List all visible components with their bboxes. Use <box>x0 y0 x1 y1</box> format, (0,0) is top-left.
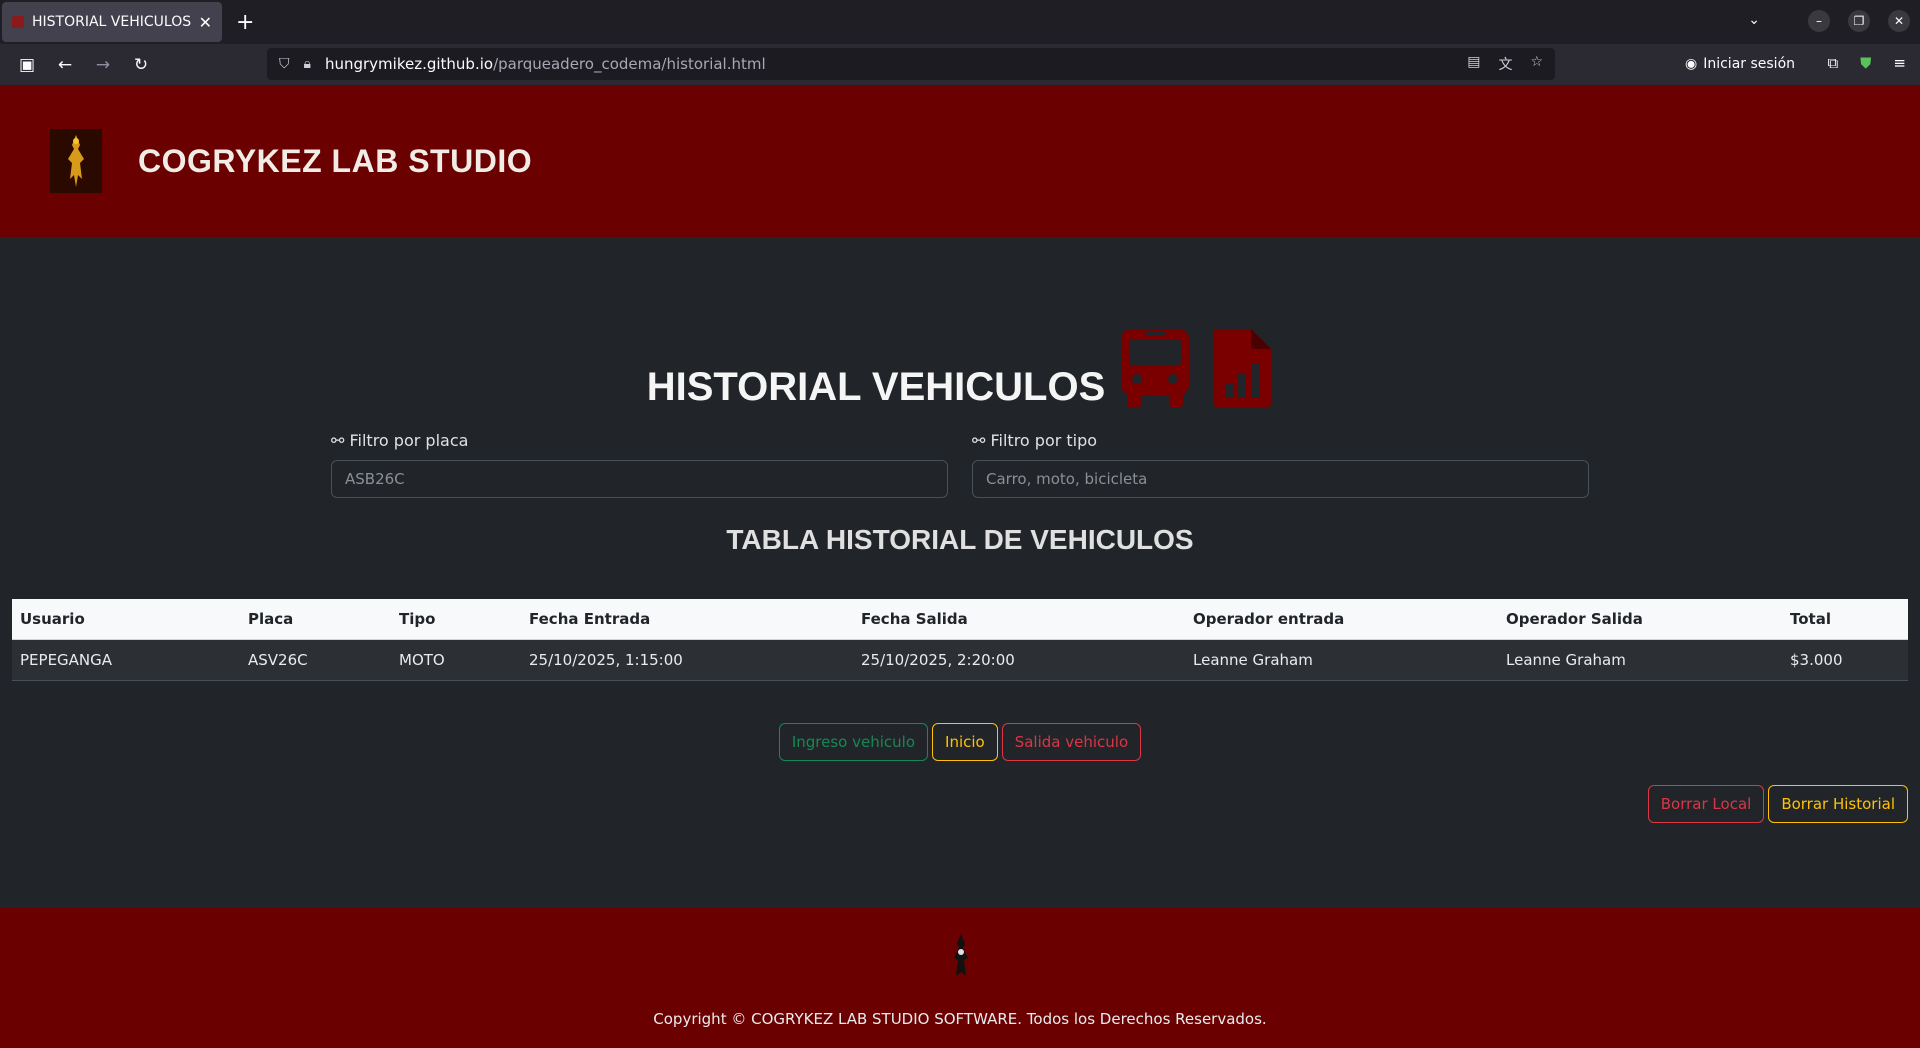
col-operador-entrada: Operador entrada <box>1185 599 1498 640</box>
address-bar[interactable]: ⛉ 🔒︎ hungrymikez.github.io/parqueadero_c… <box>267 48 1555 80</box>
window-close-icon[interactable]: ✕ <box>1888 10 1910 32</box>
delete-buttons: Borrar Local Borrar Historial <box>1647 785 1908 823</box>
cell-operador-entrada: Leanne Graham <box>1185 639 1498 681</box>
restore-icon[interactable]: ❐ <box>1848 10 1870 32</box>
forward-icon[interactable]: → <box>92 55 114 75</box>
col-tipo: Tipo <box>391 599 521 640</box>
account-icon: ◉ <box>1685 56 1698 72</box>
filter-placa: ⚯ Filtro por placa <box>331 431 948 498</box>
reload-icon[interactable]: ↻ <box>130 55 152 75</box>
cell-total: $3.000 <box>1782 639 1908 681</box>
copyright-text: Copyright © COGRYKEZ LAB STUDIO SOFTWARE… <box>653 1010 1267 1028</box>
filter-tipo: ⚯ Filtro por tipo <box>972 431 1589 498</box>
extensions-icon[interactable]: ⧉ <box>1827 54 1838 72</box>
browser-tab[interactable]: HISTORIAL VEHICULOS | C ✕ <box>2 2 222 42</box>
cell-fecha-salida: 25/10/2025, 2:20:00 <box>853 639 1185 681</box>
page-title-row: HISTORIAL VEHICULOS <box>0 327 1920 409</box>
cell-usuario: PEPEGANGA <box>12 639 240 681</box>
url-path: /parqueadero_codema/historial.html <box>493 55 766 73</box>
filter-tipo-label: ⚯ Filtro por tipo <box>972 431 1098 450</box>
tab-title: HISTORIAL VEHICULOS | C <box>32 14 193 30</box>
inicio-button[interactable]: Inicio <box>932 723 998 761</box>
borrar-historial-button[interactable]: Borrar Historial <box>1768 785 1908 823</box>
studio-logo[interactable] <box>50 129 102 193</box>
tab-list-chevron-icon[interactable]: ⌄ <box>1748 12 1760 28</box>
placa-filter-input[interactable] <box>331 460 948 498</box>
cell-placa: ASV26C <box>240 639 391 681</box>
col-fecha-entrada: Fecha Entrada <box>521 599 853 640</box>
footer-logo-icon[interactable] <box>950 932 972 980</box>
col-usuario: Usuario <box>12 599 240 640</box>
cell-operador-salida: Leanne Graham <box>1498 639 1782 681</box>
ingreso-vehiculo-button[interactable]: Ingreso vehiculo <box>778 723 929 761</box>
table-title: TABLA HISTORIAL DE VEHICULOS <box>726 524 1194 555</box>
site-header: COGRYKEZ LAB STUDIO <box>0 85 1920 237</box>
signin-button[interactable]: ◉ Iniciar sesión <box>1675 48 1806 80</box>
shield-icon[interactable]: ⛉ <box>279 56 290 72</box>
cell-tipo: MOTO <box>391 639 521 681</box>
back-icon[interactable]: ← <box>54 55 76 75</box>
bookmark-star-icon[interactable]: ☆ <box>1530 54 1543 74</box>
url-host: hungrymikez.github.io <box>324 55 494 73</box>
browser-navbar: ▣ ← → ↻ ⛉ 🔒︎ hungrymikez.github.io/parqu… <box>0 44 1920 85</box>
col-placa: Placa <box>240 599 391 640</box>
col-total: Total <box>1782 599 1908 640</box>
borrar-local-button[interactable]: Borrar Local <box>1647 785 1765 823</box>
minimize-icon[interactable]: – <box>1808 10 1830 32</box>
new-tab-icon[interactable]: + <box>236 10 254 35</box>
lock-icon[interactable]: 🔒︎ <box>304 56 311 72</box>
main-content: HISTORIAL VEHICULOS ⚯ Filtro por placa A… <box>0 237 1920 907</box>
close-tab-icon[interactable]: ✕ <box>199 13 212 32</box>
logo-icon <box>50 129 102 193</box>
cell-fecha-entrada: 25/10/2025, 1:15:00 <box>521 639 853 681</box>
filter-placa-label: ⚯ Filtro por placa <box>331 431 469 450</box>
filters-row: ⚯ Filtro por placa ⚯ Filtro por tipo <box>331 431 1589 498</box>
browser-tabbar: HISTORIAL VEHICULOS | C ✕ + ⌄ – ❐ ✕ <box>0 0 1920 44</box>
table-header-row: Usuario Placa Tipo Fecha Entrada Fecha S… <box>12 599 1908 640</box>
favicon-icon <box>12 16 24 28</box>
history-table: Usuario Placa Tipo Fecha Entrada Fecha S… <box>12 599 1908 681</box>
reader-view-icon[interactable]: ▤ <box>1467 54 1480 74</box>
nav-buttons: Ingreso vehiculo Inicio Salida vehiculo <box>0 723 1920 761</box>
signin-label: Iniciar sesión <box>1703 56 1796 72</box>
adblock-shield-icon[interactable]: ⛊ <box>1860 54 1871 72</box>
col-operador-salida: Operador Salida <box>1498 599 1782 640</box>
salida-vehiculo-button[interactable]: Salida vehiculo <box>1001 723 1142 761</box>
table-row: PEPEGANGA ASV26C MOTO 25/10/2025, 1:15:0… <box>12 639 1908 681</box>
tipo-filter-input[interactable] <box>972 460 1589 498</box>
translate-icon[interactable]: 文 <box>1498 54 1512 74</box>
sidebar-toggle-icon[interactable]: ▣ <box>16 55 38 75</box>
menu-hamburger-icon[interactable]: ≡ <box>1893 54 1906 72</box>
page-title: HISTORIAL VEHICULOS <box>646 365 1106 409</box>
bus-icon <box>1121 329 1190 407</box>
col-fecha-salida: Fecha Salida <box>853 599 1185 640</box>
site-footer: Copyright © COGRYKEZ LAB STUDIO SOFTWARE… <box>0 908 1920 1048</box>
brand-title[interactable]: COGRYKEZ LAB STUDIO <box>138 143 532 180</box>
report-file-icon <box>1213 329 1272 407</box>
